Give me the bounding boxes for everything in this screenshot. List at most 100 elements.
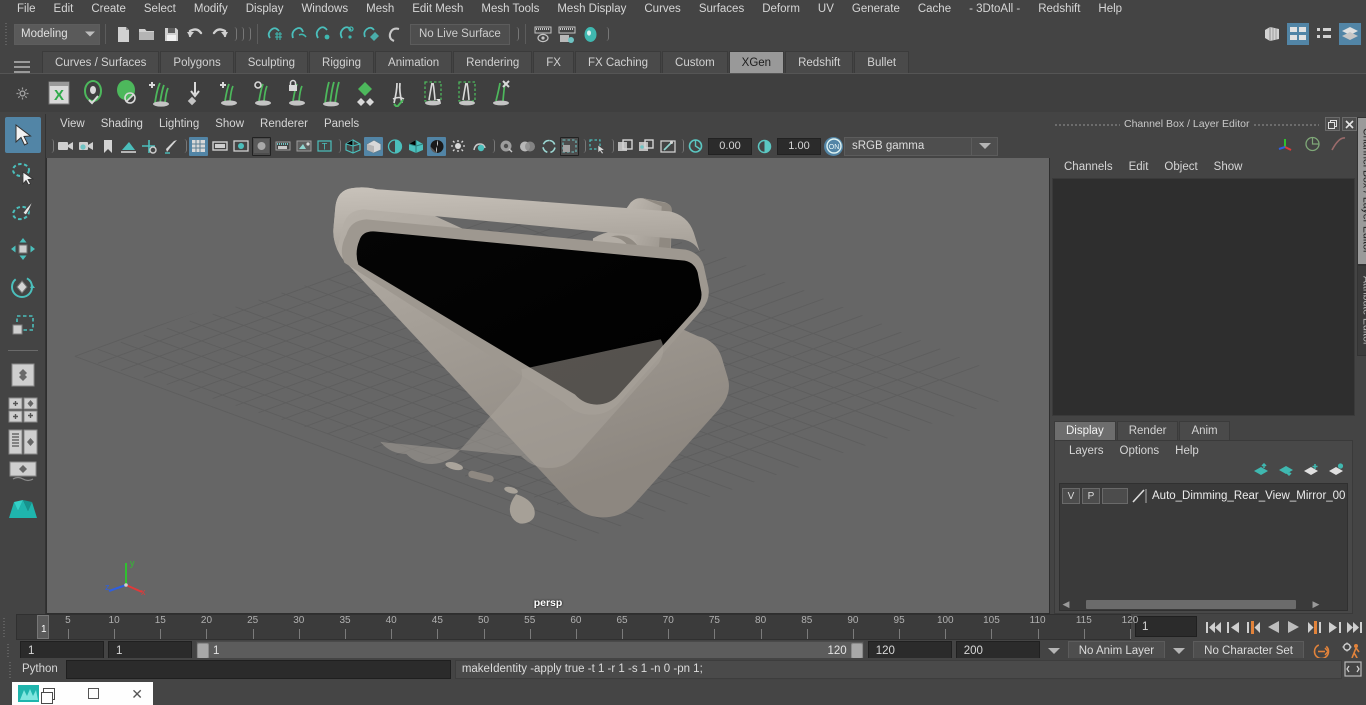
resolution-gate-icon[interactable] xyxy=(231,137,250,156)
redo-icon[interactable] xyxy=(208,23,230,45)
shelf-tab-curves-surfaces[interactable]: Curves / Surfaces xyxy=(42,51,159,73)
dock-tab-attribute-editor[interactable]: Attribute Editor xyxy=(1357,265,1366,356)
close-icon[interactable] xyxy=(1342,117,1357,131)
shelf-tab-sculpting[interactable]: Sculpting xyxy=(235,51,308,73)
go-to-end-icon[interactable] xyxy=(1344,616,1363,638)
lasso-select-tool[interactable] xyxy=(5,155,41,191)
menu-item-edit[interactable]: Edit xyxy=(45,0,83,19)
last-tool-icon[interactable] xyxy=(5,357,41,393)
exposure-field[interactable]: 0.00 xyxy=(708,138,752,155)
color-management-toggle-icon[interactable]: ON xyxy=(824,137,843,156)
menu-item-mesh[interactable]: Mesh xyxy=(357,0,403,19)
show-manipulator-gear-icon[interactable] xyxy=(556,23,578,45)
snap-to-grid-icon[interactable] xyxy=(264,23,286,45)
viewport-menu-renderer[interactable]: Renderer xyxy=(252,117,316,131)
gamma-icon[interactable] xyxy=(755,137,774,156)
color-transform-dropdown-arrow[interactable] xyxy=(972,137,998,156)
menu-item-modify[interactable]: Modify xyxy=(185,0,237,19)
wireframe-shading-icon[interactable] xyxy=(343,137,362,156)
shelf-tab-xgen[interactable]: XGen xyxy=(729,51,784,73)
texture-display-icon[interactable] xyxy=(427,137,446,156)
layer-list[interactable]: V P Auto_Dimming_Rear_View_Mirror_00 ◀ ▶ xyxy=(1059,483,1348,611)
layer-name[interactable]: Auto_Dimming_Rear_View_Mirror_00 xyxy=(1150,490,1345,502)
maximize-window-icon[interactable] xyxy=(88,688,99,699)
play-forwards-icon[interactable] xyxy=(1284,616,1303,638)
channel-box-menu-edit[interactable]: Edit xyxy=(1121,160,1157,174)
xgen-preview-icon[interactable] xyxy=(76,75,110,111)
isolate-select-icon[interactable] xyxy=(588,137,607,156)
shelf-tab-rendering[interactable]: Rendering xyxy=(453,51,532,73)
xgen-add-guide-icon[interactable] xyxy=(144,75,178,111)
camera-attributes-icon[interactable] xyxy=(77,137,96,156)
xgen-place-icon[interactable] xyxy=(178,75,212,111)
rotation-mode-icon[interactable] xyxy=(1304,136,1321,155)
xgen-noise-icon[interactable] xyxy=(314,75,348,111)
layer-tab-render[interactable]: Render xyxy=(1117,421,1179,440)
scrollbar-thumb[interactable] xyxy=(1086,600,1296,609)
viewport-image-icon[interactable] xyxy=(294,137,313,156)
menu-item-mesh-tools[interactable]: Mesh Tools xyxy=(472,0,548,19)
shelf-options-button[interactable] xyxy=(2,74,42,113)
paint-select-tool[interactable] xyxy=(5,193,41,229)
command-line-grip[interactable] xyxy=(6,660,15,678)
layer-menu-layers[interactable]: Layers xyxy=(1061,444,1112,458)
shelf-tab-bullet[interactable]: Bullet xyxy=(854,51,909,73)
menu-item-curves[interactable]: Curves xyxy=(635,0,689,19)
range-start-handle[interactable] xyxy=(197,643,209,659)
ambient-occlusion-icon[interactable] xyxy=(518,137,537,156)
command-language-label[interactable]: Python xyxy=(22,663,62,675)
open-scene-icon[interactable] xyxy=(136,23,158,45)
layer-visibility-toggle[interactable]: V xyxy=(1062,488,1080,504)
image-plane-icon[interactable] xyxy=(119,137,138,156)
xgen-density-icon[interactable] xyxy=(484,75,518,111)
menu-item-mesh-display[interactable]: Mesh Display xyxy=(548,0,635,19)
status-line-grip[interactable] xyxy=(2,21,11,47)
select-tool[interactable] xyxy=(5,117,41,153)
shelf-tab-rigging[interactable]: Rigging xyxy=(309,51,374,73)
gamma-field[interactable]: 1.00 xyxy=(777,138,821,155)
script-editor-button[interactable] xyxy=(1344,661,1362,677)
exposure-icon[interactable] xyxy=(686,137,705,156)
character-set-dropdown-arrow[interactable] xyxy=(1173,648,1185,654)
restore-window-icon[interactable] xyxy=(43,688,55,700)
range-end-handle[interactable] xyxy=(851,643,863,659)
attribute-editor-toggle-icon[interactable] xyxy=(1287,23,1309,45)
color-transform-selector[interactable]: sRGB gamma xyxy=(844,137,972,156)
motion-blur-icon[interactable] xyxy=(560,137,579,156)
xgen-sculpt-part-icon[interactable] xyxy=(416,75,450,111)
xgen-lock-icon[interactable] xyxy=(280,75,314,111)
menu-item-3dtoall[interactable]: - 3DtoAll - xyxy=(960,0,1029,19)
anim-layer-dropdown-arrow[interactable] xyxy=(1048,648,1060,654)
panel-grip-right[interactable] xyxy=(1253,119,1319,129)
layer-row[interactable]: V P Auto_Dimming_Rear_View_Mirror_00 xyxy=(1060,486,1347,506)
grid-toggle-icon[interactable] xyxy=(189,137,208,156)
live-surface-field[interactable]: No Live Surface xyxy=(410,24,510,45)
menu-set-selector[interactable]: Modeling xyxy=(14,24,100,45)
menu-item-deform[interactable]: Deform xyxy=(753,0,809,19)
outliner-toggle-icon[interactable] xyxy=(1261,23,1283,45)
time-slider[interactable]: 1 51015202530354045505560657075808590951… xyxy=(16,614,1131,640)
menu-item-redshift[interactable]: Redshift xyxy=(1029,0,1089,19)
step-forward-frame-icon[interactable] xyxy=(1304,616,1323,638)
snap-to-projected-center-icon[interactable] xyxy=(336,23,358,45)
menu-item-edit-mesh[interactable]: Edit Mesh xyxy=(403,0,472,19)
xray-active-components-icon[interactable] xyxy=(658,137,677,156)
shelf-tab-polygons[interactable]: Polygons xyxy=(160,51,233,73)
move-layer-down-icon[interactable] xyxy=(1278,463,1294,480)
show-manipulator-icon[interactable] xyxy=(532,23,554,45)
menu-item-windows[interactable]: Windows xyxy=(292,0,357,19)
snap-to-view-plane-icon[interactable] xyxy=(360,23,382,45)
two-d-pan-zoom-icon[interactable] xyxy=(140,137,159,156)
menu-item-generate[interactable]: Generate xyxy=(843,0,909,19)
shelf-tab-fx-caching[interactable]: FX Caching xyxy=(575,51,661,73)
channel-box-content[interactable] xyxy=(1052,178,1355,416)
shelf-tab-redshift[interactable]: Redshift xyxy=(785,51,853,73)
menu-item-display[interactable]: Display xyxy=(237,0,293,19)
snap-to-curve-icon[interactable] xyxy=(288,23,310,45)
manipulator-axes-icon[interactable] xyxy=(1277,136,1295,155)
xgen-clump-modifier-icon[interactable] xyxy=(246,75,280,111)
menu-item-cache[interactable]: Cache xyxy=(909,0,960,19)
menu-item-help[interactable]: Help xyxy=(1089,0,1131,19)
xray-joints-icon[interactable] xyxy=(637,137,656,156)
new-layer-from-selection-icon[interactable] xyxy=(1328,463,1344,480)
